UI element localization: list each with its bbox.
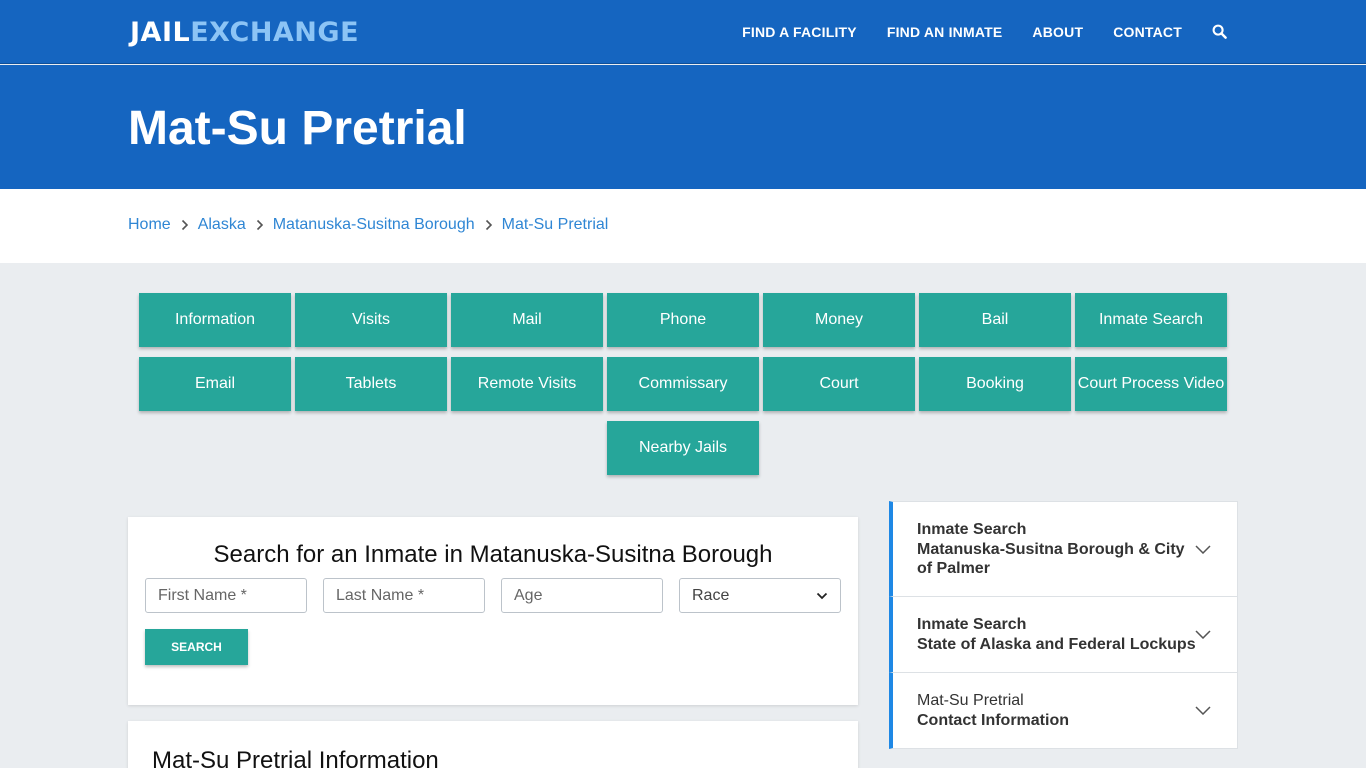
breadcrumb: Home Alaska Matanuska-Susitna Borough Ma… (128, 216, 608, 234)
tab-tablets[interactable]: Tablets (295, 357, 447, 411)
tab-row: Information Visits Mail Phone Money Bail… (137, 293, 1229, 347)
chevron-down-icon (1195, 630, 1211, 639)
page-title: Mat-Su Pretrial (128, 102, 467, 155)
accordion-subtitle: State of Alaska and Federal Lockups (917, 635, 1196, 653)
nav-find-inmate[interactable]: FIND AN INMATE (887, 24, 1003, 40)
tab-nearby-jails[interactable]: Nearby Jails (607, 421, 759, 475)
facility-tab-grid: Information Visits Mail Phone Money Bail… (137, 293, 1229, 485)
accordion-title: Inmate Search (917, 521, 1027, 538)
info-heading: Mat-Su Pretrial Information (152, 747, 439, 768)
tab-visits[interactable]: Visits (295, 293, 447, 347)
search-button[interactable]: SEARCH (145, 629, 248, 665)
breadcrumb-alaska[interactable]: Alaska (198, 216, 246, 234)
accordion-text: Inmate Search Matanuska-Susitna Borough … (917, 520, 1197, 579)
tab-row: Email Tablets Remote Visits Commissary C… (137, 357, 1229, 411)
accordion-title: Mat-Su Pretrial (917, 692, 1024, 709)
chevron-right-icon (256, 219, 263, 231)
accordion-title: Inmate Search (917, 616, 1027, 633)
breadcrumb-current[interactable]: Mat-Su Pretrial (502, 216, 609, 234)
accordion-subtitle: Matanuska-Susitna Borough & City of Palm… (917, 540, 1185, 578)
search-icon[interactable] (1212, 24, 1228, 40)
first-name-input[interactable]: First Name * (145, 578, 307, 613)
race-select[interactable]: Race (679, 578, 841, 613)
accordion-inmate-search-state[interactable]: Inmate Search State of Alaska and Federa… (889, 596, 1238, 673)
chevron-right-icon (181, 219, 188, 231)
chevron-down-icon (1195, 706, 1211, 715)
tab-court[interactable]: Court (763, 357, 915, 411)
accordion-contact-information[interactable]: Mat-Su Pretrial Contact Information (889, 672, 1238, 749)
breadcrumb-borough[interactable]: Matanuska-Susitna Borough (273, 216, 475, 234)
chevron-down-icon (1195, 545, 1211, 554)
accordion-subtitle: Contact Information (917, 711, 1069, 729)
tab-row: Nearby Jails (137, 421, 1229, 475)
tab-bail[interactable]: Bail (919, 293, 1071, 347)
chevron-down-icon (816, 592, 828, 599)
age-input[interactable]: Age (501, 578, 663, 613)
tab-phone[interactable]: Phone (607, 293, 759, 347)
chevron-right-icon (485, 219, 492, 231)
breadcrumb-separator (246, 219, 273, 231)
breadcrumb-bar: Home Alaska Matanuska-Susitna Borough Ma… (0, 189, 1366, 263)
breadcrumb-separator (171, 219, 198, 231)
last-name-input[interactable]: Last Name * (323, 578, 485, 613)
tab-money[interactable]: Money (763, 293, 915, 347)
inmate-search-card: Search for an Inmate in Matanuska-Susitn… (128, 517, 858, 705)
logo-part-jail: JAIL (130, 17, 191, 48)
tab-inmate-search[interactable]: Inmate Search (1075, 293, 1227, 347)
breadcrumb-separator (475, 219, 502, 231)
tab-court-process-video[interactable]: Court Process Video (1075, 357, 1227, 411)
accordion-inmate-search-borough[interactable]: Inmate Search Matanuska-Susitna Borough … (889, 501, 1238, 597)
race-select-value: Race (692, 586, 730, 604)
tab-mail[interactable]: Mail (451, 293, 603, 347)
accordion-text: Inmate Search State of Alaska and Federa… (917, 615, 1197, 654)
accordion-text: Mat-Su Pretrial Contact Information (917, 691, 1197, 730)
main-nav: FIND A FACILITY FIND AN INMATE ABOUT CON… (712, 0, 1228, 64)
tab-booking[interactable]: Booking (919, 357, 1071, 411)
nav-find-facility[interactable]: FIND A FACILITY (742, 24, 857, 40)
tab-information[interactable]: Information (139, 293, 291, 347)
search-heading: Search for an Inmate in Matanuska-Susitn… (213, 541, 773, 568)
tab-remote-visits[interactable]: Remote Visits (451, 357, 603, 411)
tab-email[interactable]: Email (139, 357, 291, 411)
facility-info-card: Mat-Su Pretrial Information (128, 721, 858, 768)
nav-about[interactable]: ABOUT (1032, 24, 1083, 40)
hero-banner: Mat-Su Pretrial (0, 65, 1366, 189)
breadcrumb-home[interactable]: Home (128, 216, 171, 234)
sidebar-accordion: Inmate Search Matanuska-Susitna Borough … (889, 501, 1238, 749)
top-navbar: JAILEXCHANGE FIND A FACILITY FIND AN INM… (0, 0, 1366, 64)
tab-commissary[interactable]: Commissary (607, 357, 759, 411)
nav-contact[interactable]: CONTACT (1113, 24, 1182, 40)
logo-part-exchange: EXCHANGE (190, 17, 360, 48)
site-logo[interactable]: JAILEXCHANGE (130, 17, 359, 48)
